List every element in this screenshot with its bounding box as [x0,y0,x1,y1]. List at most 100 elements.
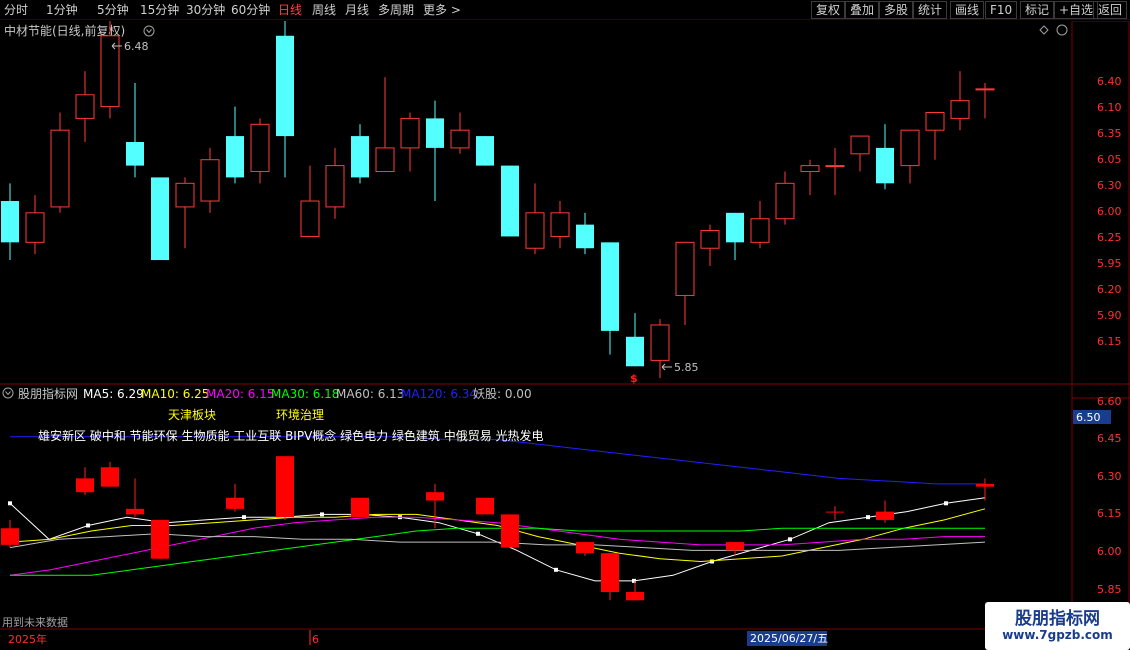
period-tab-5min[interactable]: 5分钟 [97,2,129,18]
candle-body [601,242,619,331]
diamond-icon[interactable] [1039,25,1049,35]
current-price-label: 6.50 [1076,411,1101,424]
period-tab-60min[interactable]: 60分钟 [231,2,270,18]
candle [925,111,945,160]
candle-body [126,142,144,166]
cursor-date-label: 2025/06/27/五 [750,632,828,645]
candle [950,71,970,131]
period-tab-1min[interactable]: 1分钟 [46,2,78,18]
candle [675,241,695,325]
candle [626,313,644,367]
y-tick: 6.00 [1097,205,1122,218]
statistics-button[interactable]: 统计 [913,1,948,19]
signal-body [601,553,619,592]
draw-line-button[interactable]: 画线 [950,1,985,19]
future-data-note: 用到未来数据 [2,615,68,629]
candle-body [476,136,494,166]
candle [876,124,894,190]
period-tab-15min[interactable]: 15分钟 [140,2,179,18]
back-button[interactable]: 返回 [1093,1,1128,19]
signal-body [126,508,144,515]
candle [501,165,519,237]
signal-body [426,492,444,501]
signal-candle [826,506,844,520]
candle [550,201,570,249]
signal-body [101,467,119,487]
candle [426,100,444,202]
add-watchlist-button[interactable]: +自选 [1054,1,1099,19]
month-label: 6 [312,633,319,646]
candle-body [75,94,95,119]
candle-body [900,129,920,167]
ma30-legend: MA30: 6.18 [271,387,339,401]
signal-candle [101,461,119,487]
ma-point [476,531,480,536]
chevron-right-icon: > [447,3,461,17]
candle [975,82,995,119]
candle [126,82,144,178]
candle [825,147,845,196]
dropdown-icon[interactable] [143,25,155,37]
main-y-axis: 6.40 6.35 6.30 6.25 6.20 6.15 6.10 6.05 … [1097,75,1122,348]
restore-rights-button[interactable]: 复权 [811,1,846,19]
y-tick: 6.10 [1097,101,1122,114]
low-price-label: 5.85 [674,361,699,374]
candle-body [300,200,320,237]
f10-button[interactable]: F10 [985,1,1018,19]
candle [775,171,795,225]
indicator-menu-icon[interactable] [2,387,14,399]
candle-body [876,147,894,184]
multi-stock-button[interactable]: 多股 [879,1,914,19]
period-tab-30min[interactable]: 30分钟 [186,2,225,18]
candle-body [975,88,995,91]
signal-candle [276,456,294,520]
signal-candle [76,467,94,495]
period-tab-daily[interactable]: 日线 [278,2,302,18]
candle-body [426,118,444,148]
candle [200,147,220,213]
candle [601,242,619,355]
overlay-button[interactable]: 叠加 [845,1,880,19]
board-label: 天津板块 [168,408,216,422]
signal-body [826,511,844,513]
candle-body [501,165,519,237]
period-tab-weekly[interactable]: 周线 [312,2,336,18]
settings-circle-icon[interactable] [1056,24,1068,36]
candle [400,112,420,172]
kline-chart[interactable]: 中材节能(日线,前复权) 6.40 6.35 6.30 6.25 6.20 6.… [0,21,1130,650]
candle-body [925,111,945,131]
ma60-legend: MA60: 6.13 [336,387,404,401]
ma-point [242,515,246,520]
candle [351,124,369,184]
candle [276,21,294,178]
chevron-down-icon [146,29,152,34]
ma-point [788,537,792,542]
signal-body [726,542,744,551]
period-tab-timeshare[interactable]: 分时 [4,2,28,18]
mark-button[interactable]: 标记 [1020,1,1055,19]
ma120-legend: MA120: 6.34 [401,387,477,401]
signal-candle [976,478,994,501]
candle [1,183,19,261]
signal-candle [626,580,644,601]
low-arrow-icon [661,363,672,371]
period-tab-more[interactable]: 更多 > [423,2,461,18]
demon-stock-legend: 妖股: 0.00 [473,387,532,401]
y-tick: 6.25 [1097,231,1122,244]
ma-point [86,523,90,528]
signal-body [1,528,19,545]
main-candles [1,21,995,379]
period-tab-multi[interactable]: 多周期 [378,2,414,18]
y-tick: 5.95 [1097,257,1122,270]
y-tick: 6.15 [1097,335,1122,348]
candle-body [850,135,870,155]
candle [100,21,120,119]
ma5-legend: MA5: 6.29 [83,387,144,401]
signal-candle [351,497,369,518]
candle [450,112,470,154]
ma20-legend: MA20: 6.15 [206,387,274,401]
candle [750,201,770,249]
signal-body [226,497,244,509]
period-tab-monthly[interactable]: 月线 [345,2,369,18]
candle-body [626,336,644,367]
